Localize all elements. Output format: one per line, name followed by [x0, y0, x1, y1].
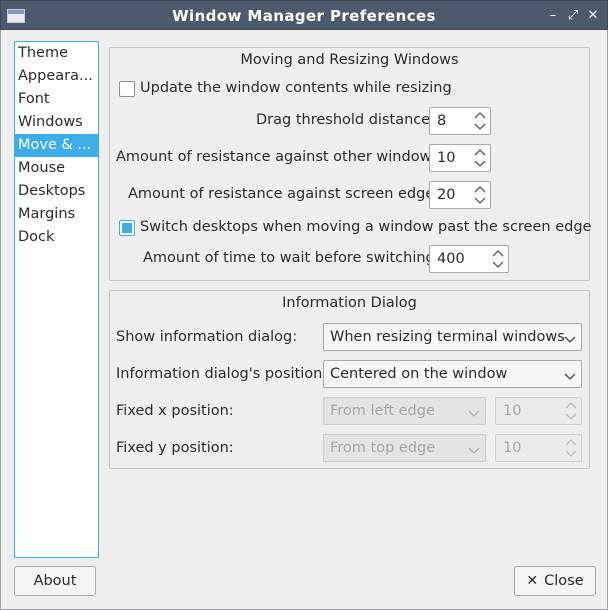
- switch-desktops-checkbox[interactable]: [119, 220, 135, 236]
- spin-arrows-icon[interactable]: [473, 109, 487, 133]
- fixed-y-spinbox: 10: [495, 434, 582, 462]
- fixed-x-combo: From left edge: [323, 397, 486, 425]
- show-info-combo[interactable]: When resizing terminal windows: [323, 323, 582, 351]
- drag-threshold-value: 8: [437, 113, 447, 129]
- fixed-x-value: 10: [503, 403, 522, 419]
- info-position-combo[interactable]: Centered on the window: [323, 360, 582, 388]
- sidebar-item-font[interactable]: Font: [15, 88, 98, 111]
- info-position-label: Information dialog's position:: [116, 366, 328, 382]
- drag-threshold-spinbox[interactable]: 8: [429, 107, 491, 135]
- spin-arrows-icon[interactable]: [491, 247, 505, 271]
- update-contents-label: Update the window contents while resizin…: [140, 80, 452, 96]
- switch-desktops-label: Switch desktops when moving a window pas…: [140, 219, 592, 235]
- chevron-down-icon: [468, 406, 480, 417]
- fixed-x-label: Fixed x position:: [116, 403, 234, 419]
- chevron-down-icon: [564, 332, 576, 343]
- information-dialog-title: Information Dialog: [282, 295, 417, 311]
- sidebar-item-move-resize[interactable]: Move & ...: [15, 134, 98, 157]
- fixed-x-spinbox: 10: [495, 397, 582, 425]
- resist-windows-label: Amount of resistance against other windo…: [116, 149, 444, 165]
- sidebar: Theme Appeara... Font Windows Move & ...…: [14, 41, 99, 558]
- close-button[interactable]: ✕ Close: [514, 566, 596, 596]
- fixed-y-label: Fixed y position:: [116, 440, 234, 456]
- close-window-button[interactable]: ✕: [585, 7, 601, 25]
- fixed-x-combo-value: From left edge: [330, 403, 435, 419]
- drag-threshold-label: Drag threshold distance:: [256, 112, 436, 128]
- window-title: Window Manager Preferences: [172, 7, 436, 25]
- resist-windows-spinbox[interactable]: 10: [429, 144, 491, 172]
- spin-arrows-icon[interactable]: [473, 146, 487, 170]
- sidebar-item-theme[interactable]: Theme: [15, 42, 98, 65]
- resist-edges-spinbox[interactable]: 20: [429, 181, 491, 209]
- fixed-y-combo: From top edge: [323, 434, 486, 462]
- sidebar-item-dock[interactable]: Dock: [15, 226, 98, 249]
- spin-arrows-icon: [564, 436, 578, 460]
- about-button[interactable]: About: [14, 566, 96, 596]
- moving-resizing-title: Moving and Resizing Windows: [240, 52, 459, 68]
- window-body: Theme Appeara... Font Windows Move & ...…: [0, 30, 608, 610]
- resist-edges-value: 20: [437, 187, 456, 203]
- update-contents-checkbox[interactable]: [119, 81, 135, 97]
- wait-time-label: Amount of time to wait before switching:: [143, 250, 440, 266]
- sidebar-item-desktops[interactable]: Desktops: [15, 180, 98, 203]
- wait-time-spinbox[interactable]: 400: [429, 245, 509, 273]
- sidebar-item-margins[interactable]: Margins: [15, 203, 98, 226]
- show-info-label: Show information dialog:: [116, 329, 298, 345]
- information-dialog-group: Information Dialog Show information dial…: [109, 290, 590, 469]
- moving-resizing-group: Moving and Resizing Windows Update the w…: [109, 47, 592, 281]
- resist-edges-label: Amount of resistance against screen edge…: [128, 186, 447, 202]
- sidebar-item-mouse[interactable]: Mouse: [15, 157, 98, 180]
- minimize-button[interactable]: –: [545, 7, 561, 25]
- close-button-label: Close: [544, 573, 584, 589]
- sidebar-item-windows[interactable]: Windows: [15, 111, 98, 134]
- sidebar-item-appearance[interactable]: Appeara...: [15, 65, 98, 88]
- fixed-y-combo-value: From top edge: [330, 440, 436, 456]
- resist-windows-value: 10: [437, 150, 456, 166]
- spin-arrows-icon: [564, 399, 578, 423]
- wait-time-value: 400: [437, 251, 465, 267]
- fixed-y-value: 10: [503, 440, 522, 456]
- spin-arrows-icon[interactable]: [473, 183, 487, 207]
- title-bar: Window Manager Preferences – ⤢ ✕: [0, 0, 608, 30]
- chevron-down-icon: [468, 443, 480, 454]
- maximize-button[interactable]: ⤢: [565, 7, 581, 25]
- chevron-down-icon: [564, 369, 576, 380]
- close-icon: ✕: [526, 573, 539, 589]
- info-position-value: Centered on the window: [330, 366, 508, 382]
- show-info-value: When resizing terminal windows: [330, 329, 565, 345]
